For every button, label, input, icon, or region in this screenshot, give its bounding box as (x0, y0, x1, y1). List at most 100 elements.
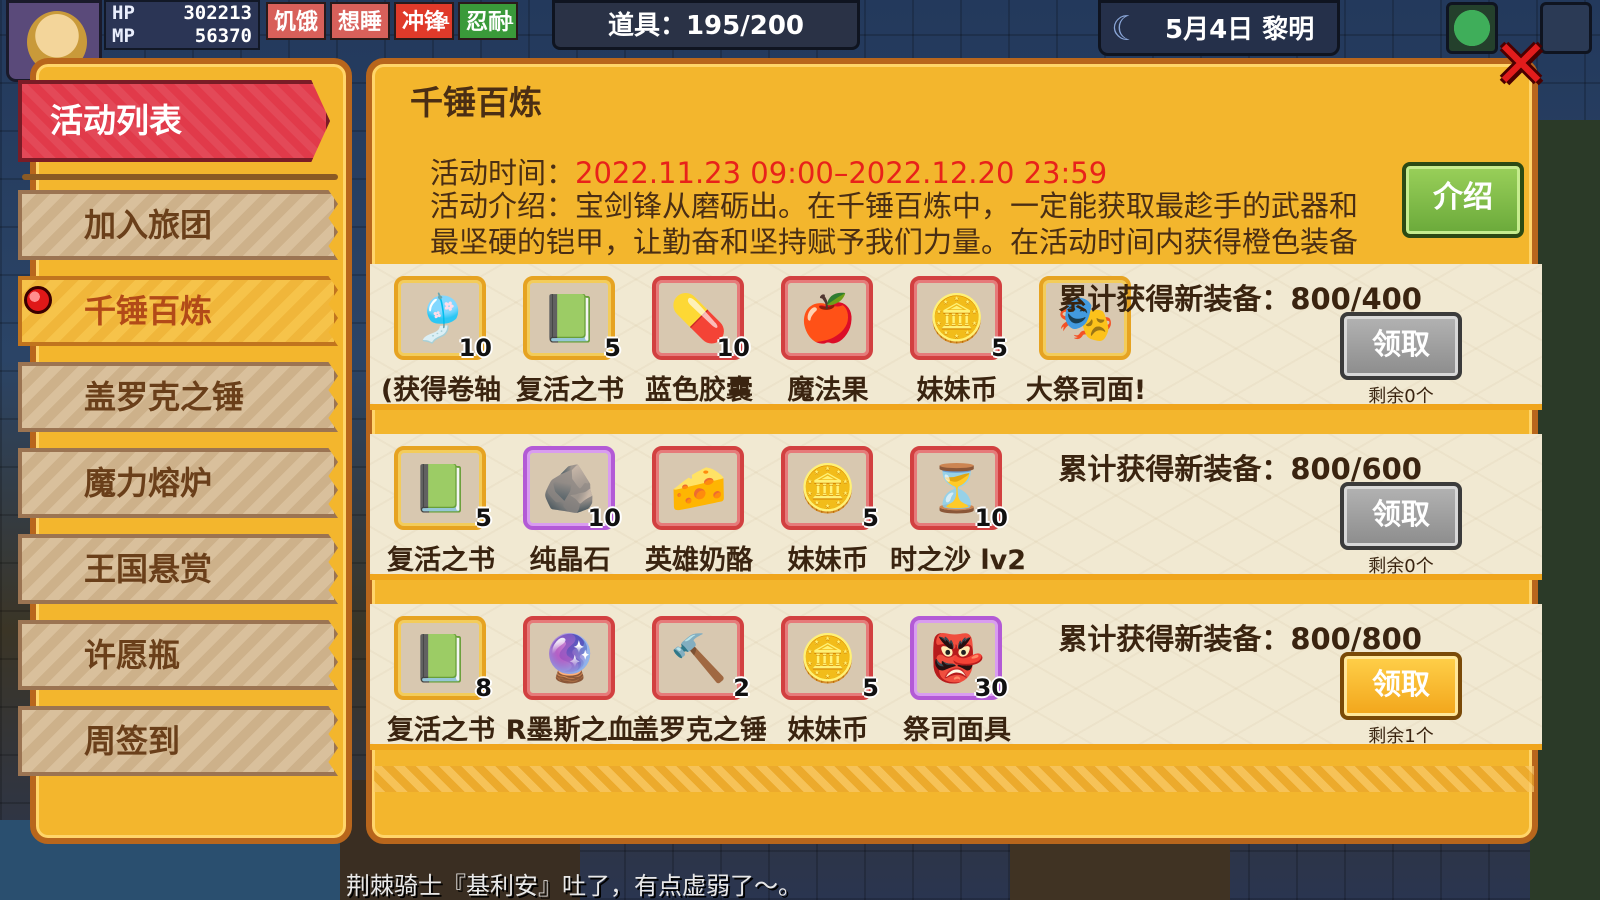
item-name: 盖罗克之锤 (632, 715, 766, 746)
sidebar-item[interactable]: 许愿瓶 (18, 620, 338, 690)
reward-item[interactable]: 💊 10 蓝色胶囊 (632, 276, 762, 404)
item-quantity: 8 (475, 674, 492, 702)
sister-coin-icon: 🪙 (928, 291, 986, 345)
event-title: 千锤百炼 (410, 83, 542, 122)
sidebar-item-label: 加入旅团 (84, 206, 213, 244)
sidebar-item-label: 王国悬赏 (84, 550, 213, 588)
status-tag: 饥饿 (266, 2, 327, 40)
sidebar-item-label: 魔力熔炉 (84, 464, 213, 502)
item-quantity: 10 (974, 504, 1008, 532)
remaining-count: 剩余0个 (1368, 386, 1434, 407)
activity-list-title: 活动列表 (18, 80, 330, 162)
reward-item[interactable]: 🔨 2 盖罗克之锤 (632, 616, 766, 744)
reward-item[interactable]: 🪙 5 妹妹币 (890, 276, 1020, 404)
item-name: 复活之书 (387, 715, 495, 746)
claim-button[interactable]: 领取 (1340, 652, 1462, 720)
status-tag-label: 想睡 (338, 10, 383, 35)
item-quantity: 10 (587, 504, 621, 532)
reward-item[interactable]: ⏳ 10 时之沙 lv2 (890, 446, 1024, 574)
reward-item[interactable]: 🪨 10 纯晶石 (503, 446, 633, 574)
status-tag: 忍耐 1 (458, 2, 519, 40)
notification-dot-icon (24, 286, 52, 314)
event-time: 活动时间：2022.11.23 09:00–2022.12.20 23:59 (430, 150, 1107, 192)
item-capacity: 道具：195/200 (552, 0, 860, 50)
item-name: 祭司面具 (903, 715, 1011, 746)
item-name: 大祭司面! (1025, 375, 1147, 406)
event-time-label: 活动时间： (430, 156, 576, 190)
item-quantity: 2 (733, 674, 750, 702)
green-book-icon: 📗 (412, 461, 470, 515)
decorative-band (374, 766, 1534, 792)
item-quantity: 10 (458, 334, 492, 362)
reward-item[interactable]: 📗 5 复活之书 (503, 276, 633, 404)
moon-icon: ☾ (1111, 9, 1142, 49)
chat-message: 荆棘骑士『基利安』吐了，有点虚弱了～。 (346, 872, 802, 900)
magic-fruit-icon: 🍎 (799, 291, 857, 345)
event-description: 活动介绍：宝剑锋从磨砺出。在千锤百炼中，一定能获取最趁手的武器和 最坚硬的铠甲，… (430, 188, 1380, 260)
status-tag-label: 忍耐 (466, 10, 511, 35)
item-quantity: 5 (991, 334, 1008, 362)
sister-coin-icon: 🪙 (799, 461, 857, 515)
hammer-icon: 🔨 (670, 631, 728, 685)
reward-item[interactable]: 📗 5 复活之书 (374, 446, 504, 574)
sidebar-item-label: 盖罗克之锤 (84, 378, 245, 416)
event-desc-line: 最坚硬的铠甲，让勤奋和坚持赋予我们力量。在活动时间内获得橙色装备 (430, 225, 1359, 259)
status-tag: 想睡 (330, 2, 391, 40)
sidebar-item[interactable]: 盖罗克之锤 (18, 362, 338, 432)
status-tag-stack: 1 (442, 14, 451, 27)
intro-button[interactable]: 介绍 (1402, 162, 1524, 238)
item-quantity: 5 (604, 334, 621, 362)
item-quantity: 5 (862, 674, 879, 702)
item-name: 魔法果 (787, 375, 869, 406)
mp-value: 56370 (194, 25, 252, 47)
status-tags: 饥饿 想睡 冲锋 1 忍耐 1 (266, 2, 519, 40)
blood-orb-icon: 🔮 (541, 631, 599, 685)
status-tag-label: 冲锋 (402, 10, 447, 35)
reward-item[interactable]: 📗 8 复活之书 (374, 616, 504, 744)
reward-row: 📗 5 复活之书 🪨 10 纯晶石 🧀 英雄奶酪 🪙 5 妹妹币 ⏳ 10 时之沙 lv2 累计获得新装备：… (370, 434, 1542, 580)
mp-label: MP (112, 25, 135, 47)
remaining-count: 剩余1个 (1368, 726, 1434, 747)
reward-item[interactable]: 👺 30 祭司面具 (890, 616, 1020, 744)
reward-row: 🎐 10 (获得卷轴 📗 5 复活之书 💊 10 蓝色胶囊 🍎 魔法果 🪙 5 妹妹币 🎭 大祭司面! 累计获得… (370, 264, 1542, 410)
sidebar-item[interactable]: 周签到 (18, 706, 338, 776)
item-quantity: 5 (475, 504, 492, 532)
date-display: ☾ 5月4日 黎明 (1098, 0, 1340, 56)
sidebar-item-label: 千锤百炼 (84, 292, 213, 330)
item-name: R墨斯之血 (505, 715, 635, 746)
item-name: 复活之书 (516, 375, 624, 406)
cheese-icon: 🧀 (670, 461, 728, 515)
claim-button[interactable]: 领取 (1340, 312, 1462, 380)
item-name: 妹妹币 (787, 545, 869, 576)
reward-item[interactable]: 🎐 10 (获得卷轴 (374, 276, 504, 404)
item-name: (获得卷轴 (380, 375, 502, 406)
sidebar-item[interactable]: 加入旅团 (18, 190, 338, 260)
reward-item[interactable]: 🔮 R墨斯之血 (503, 616, 634, 744)
hp-value: 302213 (183, 2, 252, 24)
reward-item[interactable]: 🪙 5 妹妹币 (761, 616, 891, 744)
hp-label: HP (112, 2, 135, 24)
reward-item[interactable]: 🍎 魔法果 (761, 276, 891, 404)
player-stats: HP 302213 MP 56370 (104, 0, 260, 50)
sidebar-item[interactable]: 千锤百炼 (18, 276, 338, 346)
event-desc-line: 活动介绍：宝剑锋从磨砺出。在千锤百炼中，一定能获取最趁手的武器和 (430, 189, 1359, 223)
item-quantity: 10 (716, 334, 750, 362)
item-quantity: 5 (862, 504, 879, 532)
green-book-icon: 📗 (541, 291, 599, 345)
remaining-count: 剩余0个 (1368, 556, 1434, 577)
item-name: 妹妹币 (916, 375, 998, 406)
sidebar-item[interactable]: 魔力熔炉 (18, 448, 338, 518)
item-name: 英雄奶酪 (645, 545, 753, 576)
sidebar-item[interactable]: 王国悬赏 (18, 534, 338, 604)
event-time-value: 2022.11.23 09:00–2022.12.20 23:59 (575, 156, 1108, 190)
green-book-icon: 📗 (412, 631, 470, 685)
item-name: 妹妹币 (787, 715, 869, 746)
claim-button[interactable]: 领取 (1340, 482, 1462, 550)
reward-item[interactable]: 🧀 英雄奶酪 (632, 446, 762, 574)
item-name: 时之沙 lv2 (890, 545, 1024, 576)
close-icon[interactable]: ✕ (1490, 32, 1552, 98)
item-name: 蓝色胶囊 (645, 375, 753, 406)
sidebar-item-label: 许愿瓶 (84, 636, 181, 674)
reward-item[interactable]: 🪙 5 妹妹币 (761, 446, 891, 574)
item-quantity: 30 (974, 674, 1008, 702)
